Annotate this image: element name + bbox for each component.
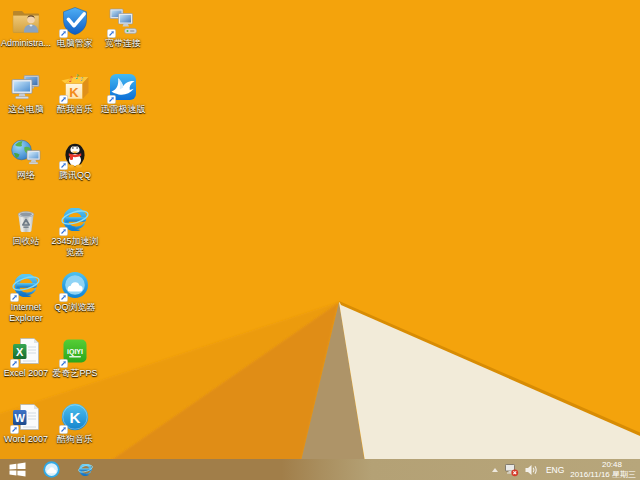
- shortcut-arrow-badge: [107, 95, 116, 104]
- shortcut-arrow-badge: [10, 359, 19, 368]
- desktop-icon-label: Internet Explorer: [9, 302, 43, 323]
- clock-time: 20:48: [570, 460, 636, 470]
- taskbar-apps: [0, 459, 102, 480]
- desktop-icon-label: 网络: [17, 170, 35, 181]
- desktop-icon-qq-browser[interactable]: QQ浏览器: [49, 269, 101, 313]
- desktop: Administra...电脑管家宽带连接这台电脑K♪♪♪酷我音乐迅雷极速版网络…: [0, 0, 640, 480]
- svg-text:K: K: [69, 85, 79, 100]
- taskbar-clock[interactable]: 20:48 2016/11/16 星期三: [570, 460, 640, 479]
- shortcut-arrow-badge: [59, 359, 68, 368]
- pc-manager-icon: [59, 5, 91, 37]
- desktop-icon-label: 腾讯QQ: [59, 170, 91, 181]
- system-tray: ENG 20:48 2016/11/16 星期三: [489, 459, 640, 480]
- ie-icon: [10, 269, 42, 301]
- broadband-icon: [107, 5, 139, 37]
- recycle-bin-icon: [10, 203, 42, 235]
- shortcut-arrow-badge: [59, 29, 68, 38]
- desktop-icon-label: 酷狗音乐: [57, 434, 93, 445]
- user-folder-icon: [10, 5, 42, 37]
- xunlei-icon: [107, 71, 139, 103]
- desktop-icon-label: 迅雷极速版: [101, 104, 146, 115]
- iqiyi-pps-icon: iQIYI: [59, 335, 91, 367]
- excel-2007-icon: X: [10, 335, 42, 367]
- language-indicator[interactable]: ENG: [546, 465, 564, 475]
- svg-text:♪: ♪: [80, 76, 84, 82]
- clock-date: 2016/11/16 星期三: [570, 470, 636, 480]
- desktop-icon-xunlei[interactable]: 迅雷极速版: [97, 71, 149, 115]
- desktop-icon-this-pc[interactable]: 这台电脑: [0, 71, 52, 115]
- desktop-icon-browser-2345[interactable]: 2345加速浏 览器: [49, 203, 101, 257]
- desktop-icons-area: Administra...电脑管家宽带连接这台电脑K♪♪♪酷我音乐迅雷极速版网络…: [0, 0, 640, 459]
- shortcut-arrow-badge: [10, 425, 19, 434]
- desktop-icon-recycle-bin[interactable]: 回收站: [0, 203, 52, 247]
- desktop-icon-label: Administra...: [1, 38, 51, 49]
- svg-text:♪: ♪: [75, 73, 79, 81]
- desktop-icon-label: 爱奇艺PPS: [52, 368, 97, 379]
- desktop-icon-kugou-music[interactable]: K 酷狗音乐: [49, 401, 101, 445]
- kugou-music-icon: K: [59, 401, 91, 433]
- desktop-icon-label: 电脑管家: [57, 38, 93, 49]
- svg-text:K: K: [70, 409, 81, 426]
- svg-text:iQIYI: iQIYI: [67, 348, 83, 356]
- taskbar-start-button[interactable]: [0, 459, 34, 480]
- desktop-icon-label: 回收站: [13, 236, 40, 247]
- desktop-icon-label: 这台电脑: [8, 104, 44, 115]
- kuwo-music-icon: K♪♪♪: [59, 71, 91, 103]
- taskbar-internet-explorer-button[interactable]: [68, 459, 102, 480]
- shortcut-arrow-badge: [59, 425, 68, 434]
- desktop-icon-label: Word 2007: [4, 434, 48, 445]
- desktop-icon-qq[interactable]: 腾讯QQ: [49, 137, 101, 181]
- qq-browser-icon: [59, 269, 91, 301]
- desktop-icon-excel-2007[interactable]: X Excel 2007: [0, 335, 52, 379]
- shortcut-arrow-badge: [59, 161, 68, 170]
- network-status-icon[interactable]: [504, 462, 519, 477]
- desktop-icon-pc-manager[interactable]: 电脑管家: [49, 5, 101, 49]
- desktop-icon-label: 宽带连接: [105, 38, 141, 49]
- desktop-icon-ie[interactable]: Internet Explorer: [0, 269, 52, 323]
- svg-text:♪: ♪: [69, 75, 74, 84]
- this-pc-icon: [10, 71, 42, 103]
- taskbar-qq-browser-button[interactable]: [34, 459, 68, 480]
- svg-text:X: X: [16, 346, 24, 358]
- shortcut-arrow-badge: [59, 227, 68, 236]
- desktop-icon-word-2007[interactable]: W Word 2007: [0, 401, 52, 445]
- desktop-icon-iqiyi-pps[interactable]: iQIYI 爱奇艺PPS: [49, 335, 101, 379]
- qq-icon: [59, 137, 91, 169]
- browser-2345-icon: [59, 203, 91, 235]
- desktop-icon-label: Excel 2007: [4, 368, 49, 379]
- chevron-up-icon: [491, 466, 499, 474]
- network-icon: [10, 137, 42, 169]
- desktop-icon-label: QQ浏览器: [54, 302, 95, 313]
- desktop-icon-label: 2345加速浏 览器: [51, 236, 98, 257]
- desktop-icon-label: 酷我音乐: [57, 104, 93, 115]
- desktop-icon-user-folder[interactable]: Administra...: [0, 5, 52, 49]
- desktop-icon-kuwo-music[interactable]: K♪♪♪酷我音乐: [49, 71, 101, 115]
- taskbar: ENG 20:48 2016/11/16 星期三: [0, 459, 640, 480]
- shortcut-arrow-badge: [10, 293, 19, 302]
- show-hidden-icons-button[interactable]: [491, 466, 499, 474]
- volume-icon[interactable]: [524, 463, 538, 477]
- desktop-icon-network[interactable]: 网络: [0, 137, 52, 181]
- word-2007-icon: W: [10, 401, 42, 433]
- desktop-icon-broadband[interactable]: 宽带连接: [97, 5, 149, 49]
- shortcut-arrow-badge: [107, 29, 116, 38]
- shortcut-arrow-badge: [59, 95, 68, 104]
- svg-text:W: W: [15, 412, 26, 424]
- shortcut-arrow-badge: [59, 293, 68, 302]
